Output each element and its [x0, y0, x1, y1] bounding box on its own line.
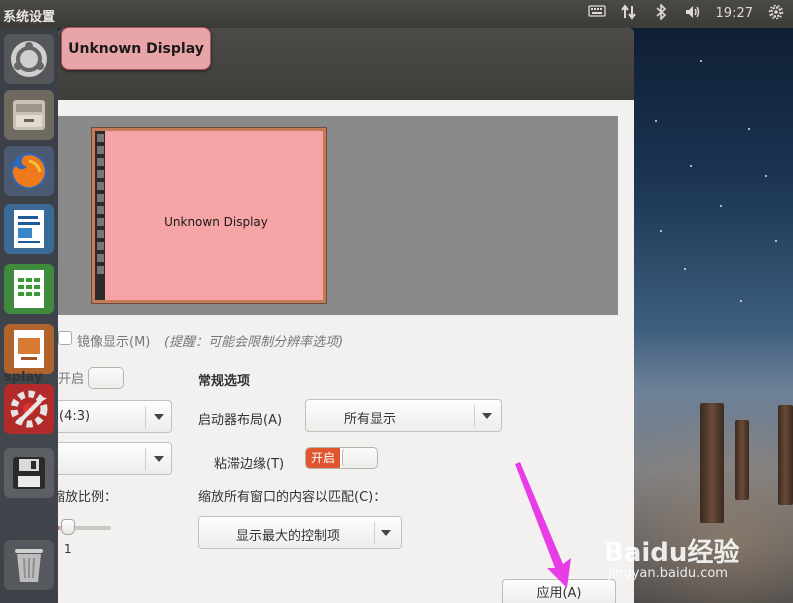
app-title: 系统设置: [3, 10, 56, 25]
impress-icon[interactable]: [4, 324, 54, 374]
baidu-url: jingyan.baidu.com: [608, 566, 728, 581]
annotation-arrow: [515, 462, 571, 588]
volume-icon[interactable]: [684, 4, 702, 22]
scale-label: 缩放比例：: [58, 490, 118, 505]
chevron-down-icon: [154, 456, 164, 462]
mirror-hint: (提醒：可能会限制分辨率选项): [164, 335, 344, 350]
files-icon[interactable]: [4, 90, 54, 140]
star: [740, 300, 742, 302]
monitor-thumbnail[interactable]: Unknown Display: [91, 127, 327, 304]
display-switch-label: 开启: [58, 372, 85, 387]
display-on-switch[interactable]: [88, 367, 124, 389]
resolution-combo[interactable]: (4:3): [58, 400, 172, 433]
general-options-heading: 常规选项: [198, 374, 251, 389]
mirror-displays-checkbox[interactable]: [58, 331, 72, 345]
network-icon[interactable]: [620, 4, 638, 22]
clock[interactable]: 19:27: [716, 6, 753, 21]
keyboard-icon[interactable]: [587, 4, 606, 22]
ubuntu-dash-icon[interactable]: [4, 34, 54, 84]
launcher-placement-label: 启动器布局(A): [198, 413, 283, 428]
display-label-clipped: splay: [4, 370, 43, 385]
wooden-post: [735, 420, 749, 500]
sticky-edges-switch[interactable]: 开启: [305, 447, 378, 469]
system-tray: 19:27: [587, 3, 785, 22]
launcher-tooltip: Unknown Display: [61, 27, 211, 70]
launcher-placement-value: 所有显示: [344, 412, 397, 427]
resolution-value: (4:3): [59, 409, 91, 424]
star: [775, 240, 777, 242]
settings-gear-icon[interactable]: [767, 4, 785, 22]
star: [684, 268, 686, 270]
scale-slider-knob[interactable]: [61, 519, 75, 535]
save-drive-icon[interactable]: [4, 448, 54, 498]
calc-icon[interactable]: [4, 264, 54, 314]
star: [690, 165, 692, 167]
switch-knob: [89, 368, 123, 388]
star: [748, 128, 750, 130]
scale-all-label: 缩放所有窗口的内容以匹配(C)：: [198, 490, 387, 505]
star: [655, 120, 657, 122]
star: [700, 60, 702, 62]
chevron-down-icon: [482, 413, 492, 419]
launcher-placement-combo[interactable]: 所有显示: [305, 399, 502, 432]
switch-on-label: 开启: [306, 448, 341, 468]
combo-separator: [145, 406, 146, 428]
scale-all-value: 显示最大的控制项: [236, 529, 341, 544]
combo-separator: [145, 448, 146, 470]
star: [660, 230, 662, 232]
rotation-combo[interactable]: [58, 442, 172, 475]
combo-separator: [474, 405, 475, 427]
trash-icon[interactable]: [4, 540, 54, 590]
unity-launcher: [0, 28, 58, 603]
firefox-icon[interactable]: [4, 146, 54, 196]
mirror-displays-label: 镜像显示(M): [77, 335, 151, 350]
top-panel: 系统设置 19:27: [0, 0, 793, 28]
wooden-post: [700, 403, 724, 523]
monitor-label: Unknown Display: [164, 215, 268, 229]
baidu-watermark: Baidu经验: [604, 538, 740, 568]
star: [765, 175, 767, 177]
writer-icon[interactable]: [4, 204, 54, 254]
chevron-down-icon: [154, 414, 164, 420]
wooden-post: [778, 405, 793, 505]
combo-separator: [374, 522, 375, 544]
sticky-edges-label: 粘滞边缘(T): [214, 457, 285, 472]
system-settings-icon[interactable]: [4, 384, 54, 434]
scale-value: 1: [64, 542, 72, 556]
star: [720, 205, 722, 207]
bluetooth-icon[interactable]: [652, 3, 670, 22]
chevron-down-icon: [381, 530, 391, 536]
scale-all-combo[interactable]: 显示最大的控制项: [198, 516, 402, 549]
switch-knob: [342, 448, 377, 468]
